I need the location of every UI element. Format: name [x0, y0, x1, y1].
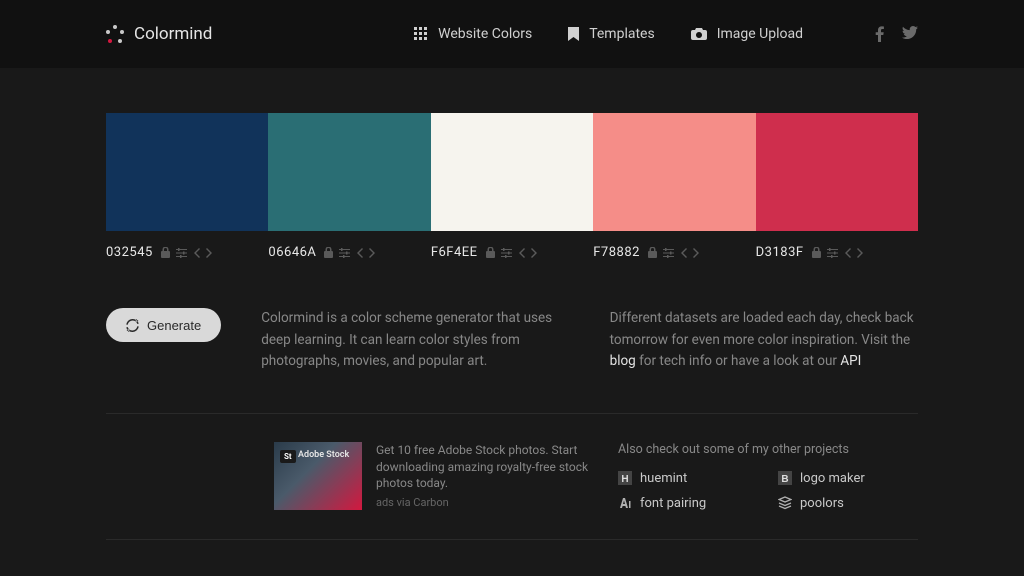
mid-section: Generate Colormind is a color scheme gen… [106, 308, 918, 414]
project-label: logo maker [800, 471, 865, 486]
ad-block[interactable]: St Adobe Stock Get 10 free Adobe Stock p… [274, 442, 594, 511]
bookmark-icon [568, 27, 579, 41]
header: Colormind Website Colors Templates Image… [0, 0, 1024, 68]
ad-text: Get 10 free Adobe Stock photos. Start do… [376, 442, 594, 492]
nav-label: Templates [589, 26, 655, 42]
project-huemint[interactable]: H huemint [618, 471, 758, 486]
project-poolors[interactable]: poolors [778, 496, 918, 511]
sliders-icon[interactable] [339, 248, 350, 258]
hex-value: F6F4EE [431, 245, 478, 260]
brand-name: Colormind [134, 24, 212, 44]
hex-value: F78882 [593, 245, 640, 260]
nav-label: Image Upload [717, 26, 803, 42]
facebook-icon[interactable] [875, 26, 884, 42]
project-label: huemint [640, 471, 687, 486]
hex-row: 032545 06646A F6F4EE [106, 245, 918, 260]
chevron-left-icon[interactable] [193, 248, 200, 258]
logo-icon [106, 25, 124, 43]
blog-link[interactable]: blog [610, 353, 636, 369]
nav-templates[interactable]: Templates [568, 26, 655, 42]
ad-brand: Adobe Stock [298, 450, 349, 460]
ad-via: ads via Carbon [376, 496, 594, 509]
hex-cell: D3183F [756, 245, 918, 260]
project-font-pairing[interactable]: font pairing [618, 496, 758, 511]
hex-value: 032545 [106, 245, 153, 260]
nav-website-colors[interactable]: Website Colors [414, 26, 532, 42]
generate-button[interactable]: Generate [106, 308, 221, 342]
chevron-right-icon[interactable] [206, 248, 213, 258]
chevron-right-icon[interactable] [857, 248, 864, 258]
chevron-right-icon[interactable] [693, 248, 700, 258]
ad-badge: St [280, 450, 296, 463]
lock-icon[interactable] [161, 247, 170, 258]
b-icon: B [778, 471, 792, 485]
hex-value: 06646A [268, 245, 316, 260]
project-logo-maker[interactable]: B logo maker [778, 471, 918, 486]
description-right: Different datasets are loaded each day, … [610, 308, 918, 373]
swatch-4[interactable] [593, 113, 755, 231]
swatch-1[interactable] [106, 113, 268, 231]
font-icon [618, 496, 632, 510]
sliders-icon[interactable] [663, 248, 674, 258]
stack-icon [778, 496, 792, 510]
projects-section: Also check out some of my other projects… [618, 442, 918, 511]
swatch-2[interactable] [268, 113, 430, 231]
nav-label: Website Colors [438, 26, 532, 42]
api-link[interactable]: API [840, 353, 861, 369]
lock-icon[interactable] [486, 247, 495, 258]
hex-value: D3183F [756, 245, 804, 260]
chevron-right-icon[interactable] [369, 248, 376, 258]
chevron-left-icon[interactable] [680, 248, 687, 258]
projects-heading: Also check out some of my other projects [618, 442, 918, 457]
swatch-5[interactable] [756, 113, 918, 231]
chevron-left-icon[interactable] [844, 248, 851, 258]
social-links [875, 26, 918, 42]
hex-cell: F78882 [593, 245, 755, 260]
bottom-section: St Adobe Stock Get 10 free Adobe Stock p… [106, 442, 918, 540]
color-palette [106, 113, 918, 231]
lock-icon[interactable] [648, 247, 657, 258]
grid-icon [414, 27, 428, 41]
generate-label: Generate [147, 318, 201, 333]
nav-image-upload[interactable]: Image Upload [691, 26, 803, 42]
lock-icon[interactable] [812, 247, 821, 258]
swatch-3[interactable] [431, 113, 593, 231]
chevron-left-icon[interactable] [356, 248, 363, 258]
hex-cell: 032545 [106, 245, 268, 260]
svg-text:H: H [621, 474, 628, 485]
camera-icon [691, 28, 707, 40]
ad-image: St Adobe Stock [274, 442, 362, 510]
hex-cell: 06646A [268, 245, 430, 260]
svg-text:B: B [781, 474, 788, 485]
chevron-right-icon[interactable] [531, 248, 538, 258]
hex-cell: F6F4EE [431, 245, 593, 260]
description-left: Colormind is a color scheme generator th… [261, 308, 569, 373]
chevron-left-icon[interactable] [518, 248, 525, 258]
refresh-icon [126, 319, 139, 332]
sliders-icon[interactable] [176, 248, 187, 258]
project-label: poolors [800, 496, 844, 511]
logo[interactable]: Colormind [106, 24, 212, 44]
project-label: font pairing [640, 496, 706, 511]
twitter-icon[interactable] [902, 26, 918, 39]
lock-icon[interactable] [324, 247, 333, 258]
sliders-icon[interactable] [827, 248, 838, 258]
h-icon: H [618, 471, 632, 485]
sliders-icon[interactable] [501, 248, 512, 258]
nav: Website Colors Templates Image Upload [414, 26, 918, 42]
